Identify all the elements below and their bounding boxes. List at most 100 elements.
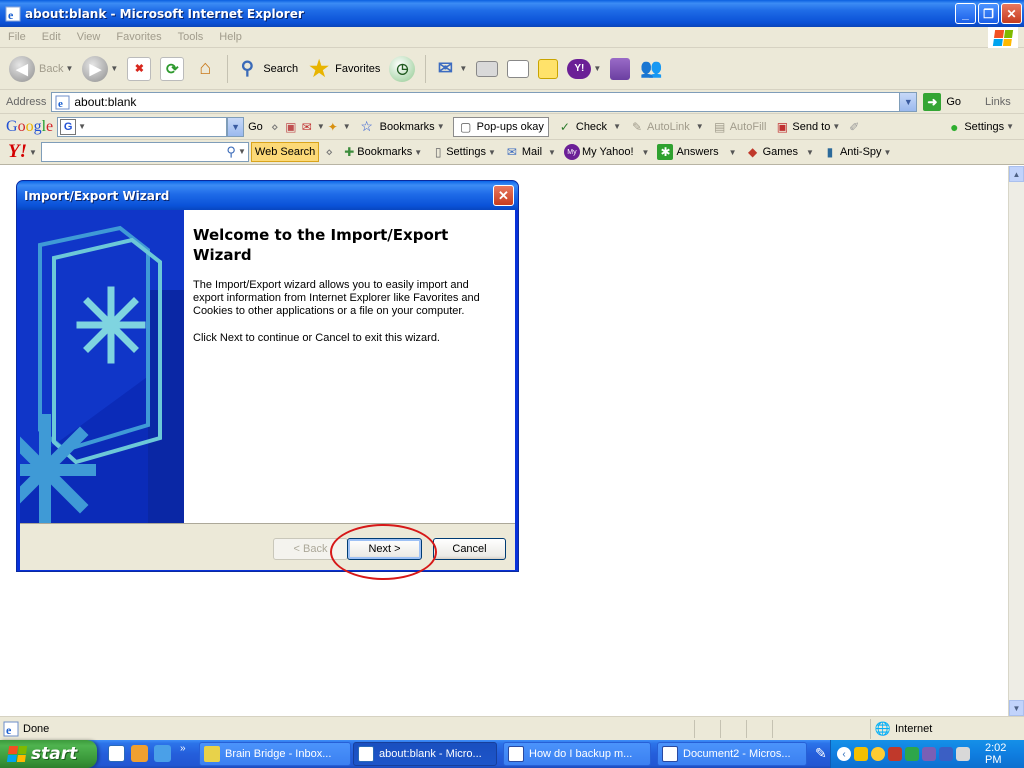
dropdown-arrow-icon: ▼ [316, 122, 325, 131]
yahoo-search-input[interactable]: ⚲ ▼ [40, 142, 249, 162]
autofill-icon: ▤ [714, 119, 726, 134]
ie-icon [358, 746, 374, 762]
history-button[interactable]: ◷ [386, 51, 418, 87]
quick-launch-ie-icon[interactable] [108, 745, 125, 762]
anti-spy-label: Anti-Spy [839, 146, 882, 158]
maximize-button[interactable]: ❐ [978, 3, 999, 24]
my-yahoo-icon: My [563, 144, 580, 160]
wizard-side-banner [20, 210, 184, 523]
favorites-label: Favorites [335, 62, 381, 75]
send-to-button[interactable]: ▣ Send to ▼ ✐ [774, 119, 862, 135]
links-button[interactable]: Links [985, 96, 1011, 108]
discuss-button[interactable] [535, 51, 561, 87]
pen-tool-icon[interactable]: ✎ [815, 745, 827, 762]
yahoo-icon: Y! [567, 58, 592, 79]
scroll-up-button[interactable]: ▲ [1009, 166, 1024, 182]
security-zone[interactable]: 🌐 Internet [870, 719, 1020, 739]
yahoo-toolbar: Y! ▼ ⚲ ▼ Web Search ⋄ ✚ Bookmarks ▼ ▯ Se… [0, 140, 1024, 165]
google-bookmarks-button[interactable]: ☆ Bookmarks ▼ [359, 118, 444, 135]
yahoo-messenger-button[interactable]: Y! ▼ [564, 51, 604, 87]
start-button[interactable]: start [0, 740, 97, 768]
refresh-button[interactable]: ⟳ [157, 51, 187, 87]
anti-spy-button[interactable]: ▮ Anti-Spy ▼ [822, 144, 892, 160]
google-badge-icon: G [60, 118, 77, 135]
menu-file[interactable]: File [0, 31, 34, 43]
google-logo[interactable]: Google [6, 118, 53, 136]
google-input-dropdown[interactable]: ▼ [227, 116, 245, 137]
toolbar-grip-icon: ⋄ [271, 119, 279, 134]
my-yahoo-button[interactable]: My My Yahoo! ▼ [563, 144, 649, 160]
popup-blocker-button[interactable]: ▢ Pop-ups okay [452, 116, 549, 137]
yahoo-mail-label: Mail [521, 146, 543, 158]
go-button[interactable]: ➜ Go [923, 92, 961, 111]
taskbar-item-brain-bridge[interactable]: Brain Bridge - Inbox... [199, 742, 351, 766]
autolink-button[interactable]: ✎ AutoLink ▼ [629, 119, 704, 135]
tray-expand-icon[interactable]: ‹ [837, 747, 851, 761]
menu-view[interactable]: View [69, 31, 109, 43]
games-icon: ◆ [747, 145, 758, 159]
forward-button[interactable]: ▶ ▼ [79, 51, 121, 87]
autofill-button[interactable]: ▤ AutoFill [712, 119, 766, 135]
mail-button[interactable]: ✉ ▼ [430, 51, 470, 87]
dialog-title-bar[interactable]: Import/Export Wizard ✕ [17, 181, 518, 210]
stop-button[interactable]: ✖ [124, 51, 154, 87]
google-settings-button[interactable]: ● Settings ▼ [946, 119, 1014, 135]
tray-mail-icon[interactable] [854, 747, 868, 761]
tray-app-icon[interactable] [888, 747, 902, 761]
menu-tools[interactable]: Tools [170, 31, 212, 43]
search-button[interactable]: ⚲ Search [232, 51, 301, 87]
menu-help[interactable]: Help [211, 31, 250, 43]
google-extra-buttons[interactable]: ⋄ ▣ ✉ ▼ ✦ ▼ [267, 119, 351, 135]
tray-display-icon[interactable] [939, 747, 953, 761]
window-title-bar[interactable]: e about:blank - Microsoft Internet Explo… [0, 0, 1024, 27]
home-button[interactable]: ⌂ [190, 51, 220, 87]
clock[interactable]: 2:02 PM [985, 742, 1024, 766]
messenger-button[interactable]: 👥 [636, 51, 666, 87]
games-button[interactable]: ◆ Games ▼ [745, 144, 814, 160]
close-window-button[interactable]: ✕ [1001, 3, 1022, 24]
google-search-input[interactable]: G ▼ [57, 116, 228, 137]
yahoo-bookmarks-button[interactable]: ✚ Bookmarks ▼ [341, 144, 422, 160]
cancel-button[interactable]: Cancel [433, 538, 506, 560]
quick-launch-app-icon[interactable] [131, 745, 148, 762]
taskbar-item-document2[interactable]: Document2 - Micros... [657, 742, 807, 766]
google-go-button[interactable]: Go [248, 121, 263, 133]
dialog-close-button[interactable]: ✕ [493, 185, 514, 206]
favorites-button[interactable]: ★ Favorites [304, 51, 383, 87]
quick-launch-desktop-icon[interactable] [154, 745, 171, 762]
address-dropdown-button[interactable]: ▼ [899, 92, 917, 111]
dropdown-arrow-icon: ▼ [883, 147, 892, 157]
print-button[interactable] [473, 51, 501, 87]
import-export-wizard-dialog: Import/Export Wizard ✕ Welcome to the Im… [16, 180, 519, 572]
tray-messenger-icon[interactable] [871, 747, 885, 761]
answers-label: Answers [676, 146, 719, 158]
tray-chat-icon[interactable] [956, 747, 970, 761]
edit-button[interactable] [504, 51, 532, 87]
yahoo-logo[interactable]: Y! [8, 141, 27, 163]
menu-favorites[interactable]: Favorites [108, 31, 169, 43]
tray-security-icon[interactable] [905, 747, 919, 761]
dropdown-arrow-icon: ▼ [832, 122, 841, 131]
edit-page-icon [507, 59, 530, 78]
quick-launch-overflow-icon[interactable]: » [180, 743, 186, 754]
answers-button[interactable]: ✱ Answers ▼ [657, 144, 737, 160]
dropdown-arrow-icon: ▼ [65, 64, 74, 73]
research-button[interactable] [607, 51, 633, 87]
taskbar-item-about-blank[interactable]: about:blank - Micro... [353, 742, 497, 766]
dropdown-arrow-icon: ▼ [459, 64, 468, 73]
yahoo-mail-button[interactable]: ✉ Mail ▼ [504, 144, 556, 160]
back-button[interactable]: ◀ Back ▼ [6, 51, 76, 87]
yahoo-settings-button[interactable]: ▯ Settings ▼ [430, 144, 496, 160]
autolink-icon: ✎ [631, 119, 643, 134]
menu-edit[interactable]: Edit [34, 31, 69, 43]
address-input[interactable]: e about:blank ▼ [51, 91, 918, 112]
web-search-button[interactable]: Web Search [250, 142, 320, 162]
scroll-down-button[interactable]: ▼ [1009, 700, 1024, 716]
minimize-button[interactable]: _ [955, 3, 976, 24]
autolink-label: AutoLink [646, 120, 690, 133]
email-app-icon [204, 746, 220, 762]
taskbar-item-how-do-i-backup[interactable]: How do I backup m... [503, 742, 651, 766]
vertical-scrollbar[interactable]: ▲ ▼ [1008, 166, 1024, 716]
tray-network-icon[interactable] [922, 747, 936, 761]
spell-check-button[interactable]: ✓ Check ▼ [557, 119, 621, 135]
